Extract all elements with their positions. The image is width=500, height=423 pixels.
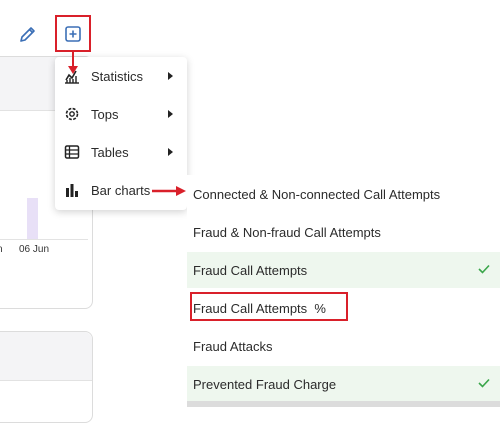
bar-chart-icon	[66, 184, 78, 197]
submenu-item-label: Prevented Fraud Charge	[193, 376, 337, 392]
submenu-item-selected[interactable]: Prevented Fraud Charge	[187, 366, 500, 402]
submenu-item-selected[interactable]: Fraud Call Attempts	[187, 252, 500, 288]
menu-item-label: Tops	[91, 106, 119, 122]
menu-item-label: Statistics	[91, 68, 144, 84]
chevron-right-icon	[168, 148, 173, 156]
submenu-item[interactable]: Connected & Non-connected Call Attempts	[187, 176, 500, 212]
annotation-highlight-box	[190, 292, 348, 321]
bar-charts-submenu: Connected & Non-connected Call Attempts …	[187, 175, 500, 407]
menu-item-label: Tables	[91, 144, 129, 160]
table-icon	[64, 145, 80, 159]
annotation-arrow-down	[68, 50, 78, 74]
submenu-item[interactable]: Fraud Attacks	[187, 328, 500, 364]
chart-tick-label: 06 Jun	[19, 244, 50, 255]
check-icon	[478, 264, 490, 274]
submenu-item-label: Connected & Non-connected Call Attempts	[193, 186, 441, 202]
second-card	[0, 331, 93, 423]
submenu-item-label: Fraud Attacks	[193, 338, 273, 354]
menu-item-label: Bar charts	[91, 182, 151, 198]
menu-item-tables[interactable]: Tables	[55, 137, 187, 167]
pencil-icon[interactable]	[18, 24, 38, 44]
chart-axis-line	[0, 239, 88, 240]
chart-tick-label: n	[0, 244, 3, 255]
add-square-icon	[65, 25, 81, 42]
add-widget-button[interactable]	[55, 15, 91, 52]
submenu-item-label: Fraud & Non-fraud Call Attempts	[193, 224, 381, 240]
submenu-scroll-edge	[187, 401, 500, 407]
submenu-item[interactable]: Fraud & Non-fraud Call Attempts	[187, 214, 500, 250]
annotation-arrow-right	[152, 186, 186, 196]
check-icon	[478, 378, 490, 388]
second-card-header	[0, 332, 92, 381]
chevron-right-icon	[168, 110, 173, 118]
menu-item-tops[interactable]: Tops	[55, 99, 187, 129]
chart-bar	[27, 198, 38, 240]
chevron-right-icon	[168, 72, 173, 80]
submenu-item-label: Fraud Call Attempts	[193, 262, 308, 278]
gear-badge-icon	[65, 107, 79, 121]
